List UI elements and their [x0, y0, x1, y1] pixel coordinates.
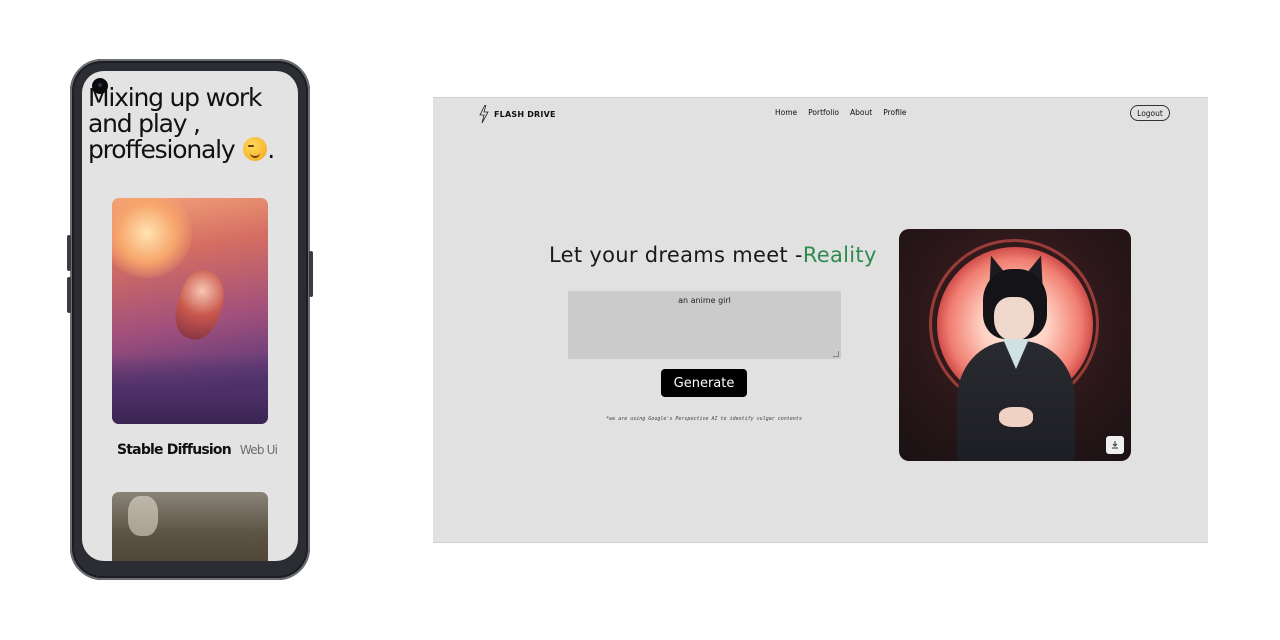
card-title: Stable Diffusion	[117, 442, 232, 458]
hero-title: Let your dreams meet -Reality	[549, 243, 876, 267]
main-nav: Home Portfolio About Profile	[775, 108, 907, 117]
headline-line-2: and play ,	[88, 109, 201, 138]
desktop-mockup: FLASH DRIVE Home Portfolio About Profile…	[433, 97, 1208, 543]
nav-home[interactable]: Home	[775, 108, 797, 117]
figure-hands	[999, 407, 1033, 427]
phone-mockup: Mixing up work and play , proffesionaly …	[67, 59, 313, 580]
download-button[interactable]	[1106, 436, 1124, 454]
project-card-image[interactable]	[112, 198, 268, 424]
front-camera-icon	[92, 78, 108, 94]
nav-profile[interactable]: Profile	[883, 108, 906, 117]
project-card-caption: Stable Diffusion Web Ui	[117, 439, 278, 458]
brand-name: FLASH DRIVE	[494, 109, 556, 119]
power-button	[309, 251, 313, 297]
lightning-bolt-icon	[479, 105, 489, 123]
headline-line-1: Mixing up work	[88, 83, 262, 112]
moderation-note: *we are using Google's Perspective AI to…	[606, 416, 802, 422]
headline-line-3: proffesionaly .	[88, 137, 296, 163]
generate-button[interactable]: Generate	[661, 369, 747, 397]
hero-title-accent: Reality	[802, 243, 877, 267]
card-subtitle: Web Ui	[239, 443, 278, 457]
nav-about[interactable]: About	[850, 108, 872, 117]
nav-portfolio[interactable]: Portfolio	[808, 108, 839, 117]
prompt-value: an anime girl	[678, 296, 731, 305]
card-art-glow	[112, 198, 192, 278]
volume-down-button	[67, 277, 71, 313]
download-icon	[1112, 441, 1118, 449]
prompt-textarea[interactable]: an anime girl	[568, 291, 841, 359]
generated-image	[899, 229, 1131, 461]
volume-up-button	[67, 235, 71, 271]
figure-face	[994, 297, 1034, 341]
mobile-headline: Mixing up work and play , proffesionaly …	[88, 85, 296, 163]
logout-button[interactable]: Logout	[1130, 105, 1170, 121]
headline-period: .	[267, 135, 275, 164]
resize-handle-icon[interactable]	[833, 351, 839, 357]
project-card-image-2[interactable]	[112, 492, 268, 561]
winking-face-emoji-icon	[243, 137, 268, 161]
card-art-figure	[168, 264, 232, 346]
card-art-rocks	[112, 354, 268, 424]
brand[interactable]: FLASH DRIVE	[479, 105, 556, 123]
headline-line-3-text: proffesionaly	[88, 135, 236, 164]
hero-title-text: Let your dreams meet -	[549, 243, 803, 267]
phone-screen: Mixing up work and play , proffesionaly …	[82, 71, 298, 561]
